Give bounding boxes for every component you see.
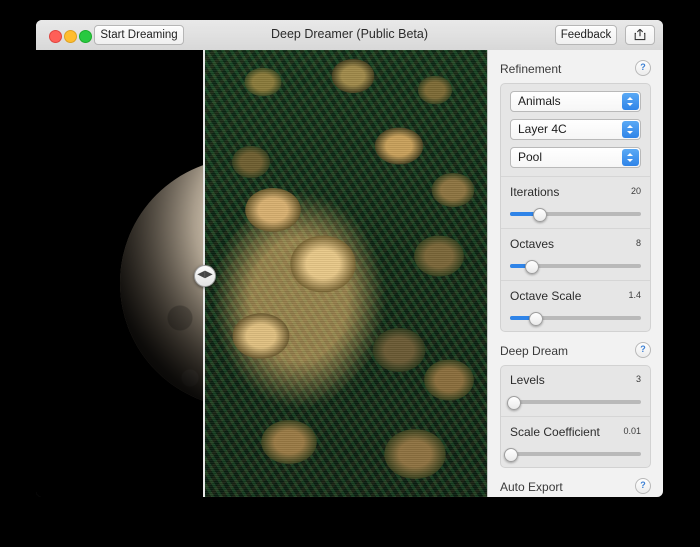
deep-dream-group: Levels 3 Scale Coefficient 0.01 bbox=[500, 365, 651, 468]
dream-grain-overlay bbox=[203, 50, 487, 497]
octaves-label: Octaves bbox=[510, 237, 554, 251]
divider bbox=[501, 228, 650, 229]
refinement-section-header: Refinement ? bbox=[500, 62, 651, 76]
layer-select-value: Layer 4C bbox=[518, 122, 567, 136]
slider-knob[interactable] bbox=[507, 396, 521, 410]
inspector-panel: Refinement ? Animals Layer 4C Pool bbox=[487, 50, 663, 497]
levels-label: Levels bbox=[510, 373, 545, 387]
auto-export-title: Auto Export bbox=[500, 480, 563, 494]
levels-label-row: Levels 3 bbox=[510, 373, 641, 387]
scale-coefficient-label: Scale Coefficient bbox=[510, 425, 600, 439]
octaves-slider[interactable] bbox=[510, 260, 641, 272]
main-content: ◀▶ Refinement ? Animals Layer 4C Pool bbox=[36, 50, 663, 497]
slider-knob[interactable] bbox=[525, 260, 539, 274]
levels-slider[interactable] bbox=[510, 396, 641, 408]
octaves-label-row: Octaves 8 bbox=[510, 237, 641, 251]
share-button[interactable] bbox=[625, 25, 655, 45]
feedback-button[interactable]: Feedback bbox=[555, 25, 617, 45]
chevron-updown-icon[interactable] bbox=[622, 149, 639, 166]
octave-scale-value: 1.4 bbox=[628, 290, 641, 300]
auto-export-section-header: Auto Export ? bbox=[500, 480, 651, 494]
help-icon[interactable]: ? bbox=[635, 478, 651, 494]
deep-dream-title: Deep Dream bbox=[500, 344, 568, 358]
refinement-title: Refinement bbox=[500, 62, 561, 76]
compare-slider-handle[interactable]: ◀▶ bbox=[194, 265, 216, 287]
preview-canvas[interactable]: ◀▶ bbox=[36, 50, 487, 497]
pool-select-value: Pool bbox=[518, 150, 542, 164]
slider-track bbox=[510, 400, 641, 404]
chevron-updown-icon[interactable] bbox=[622, 121, 639, 138]
help-icon[interactable]: ? bbox=[635, 342, 651, 358]
iterations-slider[interactable] bbox=[510, 208, 641, 220]
slider-knob[interactable] bbox=[533, 208, 547, 222]
divider bbox=[501, 176, 650, 177]
iterations-label: Iterations bbox=[510, 185, 559, 199]
title-bar: Start Dreaming Deep Dreamer (Public Beta… bbox=[36, 20, 663, 51]
iterations-label-row: Iterations 20 bbox=[510, 185, 641, 199]
dreamed-image bbox=[203, 50, 487, 497]
deep-dream-section-header: Deep Dream ? bbox=[500, 344, 651, 358]
model-select-value: Animals bbox=[518, 94, 561, 108]
pool-select[interactable]: Pool bbox=[510, 147, 641, 168]
octave-scale-slider[interactable] bbox=[510, 312, 641, 324]
slider-knob[interactable] bbox=[504, 448, 518, 462]
refinement-group: Animals Layer 4C Pool Iterations 20 bbox=[500, 83, 651, 332]
slider-knob[interactable] bbox=[529, 312, 543, 326]
octave-scale-label: Octave Scale bbox=[510, 289, 581, 303]
slider-track bbox=[510, 452, 641, 456]
iterations-value: 20 bbox=[631, 186, 641, 196]
scale-coefficient-label-row: Scale Coefficient 0.01 bbox=[510, 425, 641, 439]
scale-coefficient-slider[interactable] bbox=[510, 448, 641, 460]
octave-scale-label-row: Octave Scale 1.4 bbox=[510, 289, 641, 303]
divider bbox=[501, 416, 650, 417]
levels-value: 3 bbox=[636, 374, 641, 384]
layer-select[interactable]: Layer 4C bbox=[510, 119, 641, 140]
octaves-value: 8 bbox=[636, 238, 641, 248]
model-select[interactable]: Animals bbox=[510, 91, 641, 112]
scale-coefficient-value: 0.01 bbox=[623, 426, 641, 436]
share-icon bbox=[634, 28, 646, 41]
divider bbox=[501, 280, 650, 281]
app-window: Start Dreaming Deep Dreamer (Public Beta… bbox=[36, 20, 663, 497]
help-icon[interactable]: ? bbox=[635, 60, 651, 76]
chevron-updown-icon[interactable] bbox=[622, 93, 639, 110]
